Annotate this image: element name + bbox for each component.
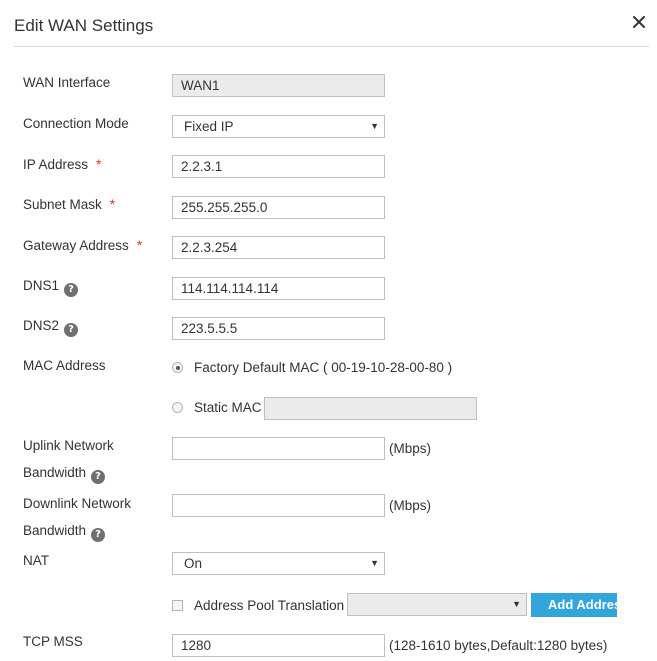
nat-select[interactable]: On ▼ — [172, 552, 385, 575]
downlink-bandwidth-field[interactable] — [172, 494, 385, 517]
address-pool-label: Address Pool Translation — [194, 598, 345, 613]
uplink-bandwidth-label-line2: Bandwidth? — [23, 465, 106, 484]
chevron-down-icon: ▼ — [512, 599, 521, 609]
help-icon[interactable]: ? — [64, 283, 79, 297]
uplink-bandwidth-label: Uplink Network — [23, 438, 114, 453]
connection-mode-select[interactable]: Fixed IP ▼ — [172, 115, 385, 138]
wan-interface-field — [172, 74, 385, 97]
close-icon — [633, 16, 645, 28]
add-address-button[interactable]: Add Address — [531, 593, 617, 617]
dns2-field[interactable] — [172, 317, 385, 340]
required-asterisk: * — [109, 196, 116, 212]
factory-default-mac-radio[interactable] — [172, 362, 183, 373]
chevron-down-icon: ▼ — [370, 121, 379, 131]
address-pool-select[interactable]: ▼ — [347, 593, 527, 616]
static-mac-field[interactable] — [264, 397, 477, 420]
subnet-mask-label: Subnet Mask * — [23, 196, 116, 212]
dns1-field[interactable] — [172, 277, 385, 300]
address-pool-checkbox[interactable] — [172, 600, 183, 611]
nat-label: NAT — [23, 553, 49, 568]
uplink-bandwidth-unit: (Mbps) — [389, 441, 432, 456]
static-mac-label: Static MAC — [194, 400, 262, 415]
gateway-address-field[interactable] — [172, 236, 385, 259]
nat-value: On — [184, 556, 203, 571]
gateway-address-label: Gateway Address * — [23, 237, 143, 253]
required-asterisk: * — [136, 237, 143, 253]
ip-address-label: IP Address * — [23, 156, 102, 172]
edit-wan-settings-dialog: Edit WAN Settings WAN Interface Connecti… — [0, 0, 657, 661]
uplink-bandwidth-field[interactable] — [172, 437, 385, 460]
dns2-label: DNS2? — [23, 318, 79, 337]
chevron-down-icon: ▼ — [370, 558, 379, 568]
help-icon[interactable]: ? — [64, 323, 79, 337]
dialog-title: Edit WAN Settings — [14, 16, 154, 35]
tcp-mss-hint: (128-1610 bytes,Default:1280 bytes) — [389, 638, 608, 653]
help-icon[interactable]: ? — [91, 528, 106, 542]
wan-interface-label: WAN Interface — [23, 75, 111, 90]
subnet-mask-field[interactable] — [172, 196, 385, 219]
ip-address-field[interactable] — [172, 155, 385, 178]
downlink-bandwidth-label-line2: Bandwidth? — [23, 523, 106, 542]
dns1-label: DNS1? — [23, 278, 79, 297]
required-asterisk: * — [96, 156, 102, 172]
connection-mode-label: Connection Mode — [23, 116, 129, 131]
title-divider — [14, 46, 649, 47]
factory-default-mac-label: Factory Default MAC ( 00-19-10-28-00-80 … — [194, 360, 453, 375]
mac-address-label: MAC Address — [23, 358, 106, 373]
downlink-bandwidth-unit: (Mbps) — [389, 498, 432, 513]
help-icon[interactable]: ? — [91, 470, 106, 484]
tcp-mss-field[interactable] — [172, 634, 385, 657]
close-button[interactable] — [628, 11, 650, 33]
tcp-mss-label: TCP MSS — [23, 634, 83, 649]
downlink-bandwidth-label: Downlink Network — [23, 496, 132, 511]
connection-mode-value: Fixed IP — [184, 119, 234, 134]
static-mac-radio[interactable] — [172, 402, 183, 413]
